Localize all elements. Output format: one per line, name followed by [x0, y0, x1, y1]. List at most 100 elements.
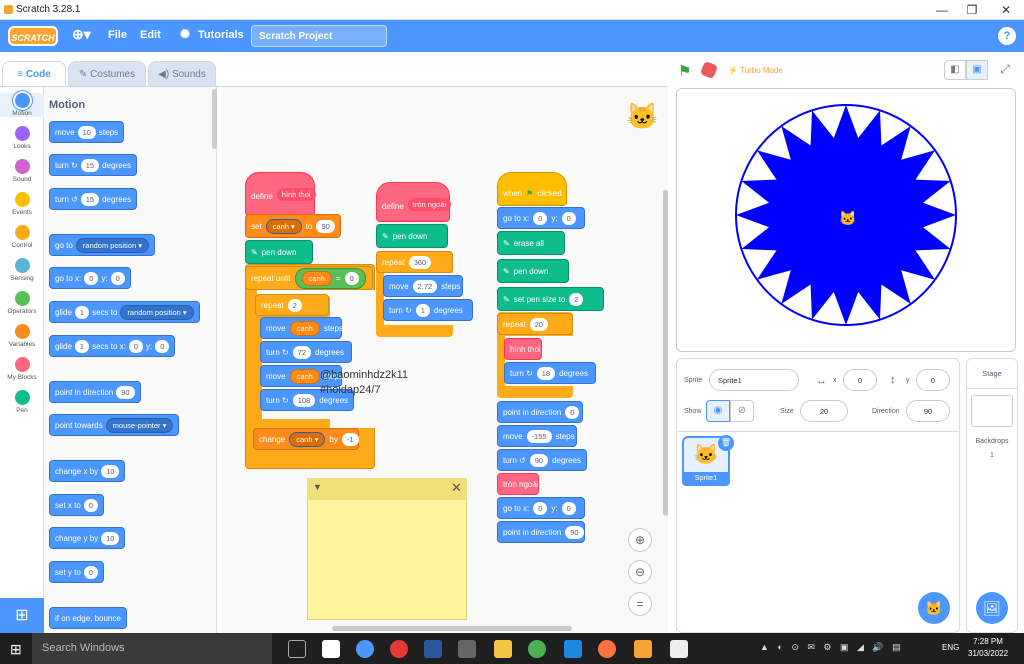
- paint-app-icon[interactable]: [322, 640, 340, 658]
- value-input[interactable]: 90: [565, 525, 584, 539]
- direction-input[interactable]: 90: [906, 400, 950, 422]
- chrome-icon[interactable]: [390, 640, 408, 658]
- palette-block[interactable]: turn ↻ 15 degrees: [49, 154, 137, 176]
- palette-block[interactable]: go to x: 0 y: 0: [49, 267, 131, 289]
- equals-operator[interactable]: canh = 0: [294, 267, 366, 289]
- category-looks[interactable]: Looks: [0, 126, 44, 150]
- close-icon[interactable]: ✕: [451, 480, 462, 496]
- delete-sprite-icon[interactable]: 🗑: [718, 435, 734, 451]
- set-variable-block[interactable]: set canh ▾ to 90: [245, 214, 341, 238]
- search-windows-input[interactable]: Search Windows: [32, 633, 272, 664]
- menu-edit[interactable]: Edit: [140, 29, 161, 41]
- value-input[interactable]: -155: [526, 429, 552, 443]
- value-input[interactable]: 1: [415, 303, 430, 317]
- call-tron-ngoai-block[interactable]: tròn ngoài: [497, 473, 539, 495]
- palette-block[interactable]: glide 1 secs to random position ▾: [49, 301, 200, 323]
- category-control[interactable]: Control: [0, 225, 44, 249]
- value-input[interactable]: 0: [561, 211, 576, 225]
- file-explorer-icon[interactable]: [494, 640, 512, 658]
- close-icon[interactable]: ✕: [992, 1, 1020, 19]
- value-input[interactable]: 0: [128, 339, 144, 353]
- value-input[interactable]: 10: [77, 125, 96, 139]
- point-direction-block[interactable]: point in direction 90: [497, 521, 585, 543]
- dropdown-input[interactable]: mouse-pointer ▾: [105, 417, 174, 433]
- palette-scrollbar[interactable]: [212, 89, 217, 149]
- orange-app-icon[interactable]: [598, 640, 616, 658]
- pen-down-block[interactable]: ✎ pen down: [245, 240, 313, 264]
- turn-right-block[interactable]: turn ↻ 18 degrees: [504, 362, 596, 384]
- category-motion[interactable]: Motion: [0, 93, 44, 117]
- green-app-icon[interactable]: [528, 640, 546, 658]
- repeat-until-block[interactable]: repeat until canh = 0: [245, 266, 373, 290]
- value-input[interactable]: 0: [110, 271, 125, 285]
- repeat-block[interactable]: repeat 20: [497, 313, 573, 335]
- add-extension-button[interactable]: ⊞: [0, 598, 44, 633]
- value-input[interactable]: 90: [529, 453, 549, 467]
- add-backdrop-button[interactable]: 🖼: [976, 592, 1008, 624]
- palette-block[interactable]: glide 1 secs to x: 0 y: 0: [49, 335, 176, 357]
- category-operators[interactable]: Operators: [0, 291, 44, 315]
- show-eye-icon[interactable]: ◉: [706, 400, 730, 422]
- value-input[interactable]: 20: [529, 317, 549, 331]
- value-input[interactable]: 2: [287, 298, 302, 312]
- value-input[interactable]: 1: [74, 339, 90, 353]
- menu-file[interactable]: File: [108, 29, 127, 41]
- zoom-in-icon[interactable]: ⊕: [628, 528, 652, 552]
- palette-block[interactable]: change y by 10: [49, 527, 126, 549]
- variable-dropdown[interactable]: canh ▾: [289, 431, 326, 447]
- dropdown-input[interactable]: random position ▾: [75, 237, 150, 253]
- palette-block[interactable]: point towards mouse-pointer ▾: [49, 414, 180, 436]
- palette-block[interactable]: move 10 steps: [49, 121, 125, 143]
- scratch-logo[interactable]: SCRATCH: [8, 26, 58, 46]
- hide-eye-icon[interactable]: ⊘: [730, 400, 754, 422]
- restore-icon[interactable]: ❐: [958, 1, 986, 19]
- zoom-out-icon[interactable]: ⊖: [628, 560, 652, 584]
- change-variable-block[interactable]: change canh ▾ by -1: [253, 428, 359, 450]
- category-variables[interactable]: Variables: [0, 324, 44, 348]
- variable-dropdown[interactable]: canh ▾: [265, 218, 302, 234]
- scratch-app-icon[interactable]: [356, 640, 374, 658]
- minimize-icon[interactable]: —: [928, 1, 956, 19]
- project-title-input[interactable]: Scratch Project: [251, 25, 387, 47]
- stage-canvas[interactable]: 🐱: [676, 88, 1016, 352]
- pen-down-block[interactable]: ✎ pen down: [497, 259, 569, 283]
- erase-all-block[interactable]: ✎ erase all: [497, 231, 565, 255]
- vertical-scrollbar[interactable]: [663, 190, 668, 516]
- clock[interactable]: 7:28 PM 31/03/2022: [968, 636, 1008, 660]
- notes-app-icon[interactable]: [634, 640, 652, 658]
- backdrop-thumbnail[interactable]: [971, 395, 1013, 427]
- size-input[interactable]: 20: [800, 400, 848, 422]
- stop-icon[interactable]: [699, 60, 719, 80]
- value-input[interactable]: 0: [533, 501, 548, 515]
- value-input[interactable]: 108: [292, 393, 316, 407]
- value-input[interactable]: 2.72: [412, 279, 438, 293]
- move-steps-block[interactable]: move 2.72 steps: [383, 275, 463, 297]
- add-sprite-button[interactable]: 🐱: [918, 592, 950, 624]
- category-sensing[interactable]: Sensing: [0, 258, 44, 282]
- palette-block[interactable]: if on edge, bounce: [49, 607, 127, 629]
- move-steps-block[interactable]: move -155 steps: [497, 425, 577, 447]
- windows-start-icon[interactable]: ⊞: [10, 641, 22, 658]
- define-hinh-thoi-block[interactable]: define hình thoi: [245, 172, 316, 216]
- palette-block[interactable]: turn ↺ 15 degrees: [49, 188, 137, 210]
- value-input[interactable]: 0: [565, 405, 580, 419]
- value-input[interactable]: 90: [316, 219, 335, 233]
- move-steps-block[interactable]: move canh steps: [260, 317, 343, 339]
- x-input[interactable]: 0: [843, 369, 877, 391]
- horizontal-scrollbar[interactable]: [332, 626, 572, 631]
- go-to-xy-block[interactable]: go to x: 0 y: 0: [497, 497, 585, 519]
- value-input[interactable]: 360: [408, 255, 432, 269]
- turn-left-block[interactable]: turn ↺ 90 degrees: [497, 449, 587, 471]
- value-input[interactable]: 2: [569, 292, 584, 306]
- point-direction-block[interactable]: point in direction 0: [497, 401, 583, 423]
- palette-block[interactable]: go to random position ▾: [49, 234, 156, 256]
- value-input[interactable]: 0: [83, 565, 98, 579]
- palette-block[interactable]: set x to 0: [49, 494, 104, 516]
- y-input[interactable]: 0: [916, 369, 950, 391]
- pen-down-block[interactable]: ✎ pen down: [376, 224, 448, 248]
- value-input[interactable]: -1: [341, 432, 359, 446]
- globe-icon[interactable]: ⊕▾: [72, 26, 91, 43]
- dropdown-input[interactable]: random position ▾: [120, 304, 194, 320]
- zoom-reset-icon[interactable]: =: [628, 592, 652, 616]
- repeat-block[interactable]: repeat 2: [255, 294, 329, 316]
